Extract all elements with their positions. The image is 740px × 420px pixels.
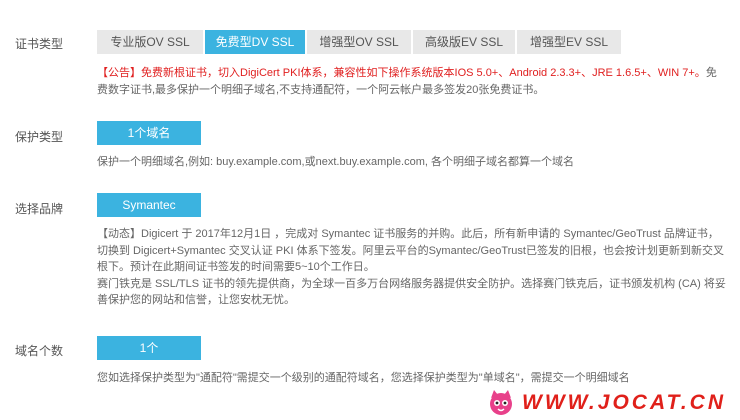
tab-advanced-ev-ssl[interactable]: 高级版EV SSL [413,30,517,54]
brand-option[interactable]: Symantec [97,193,201,217]
tab-enhanced-ov-ssl[interactable]: 增强型OV SSL [307,30,413,54]
tab-enhanced-ev-ssl[interactable]: 增强型EV SSL [517,30,621,54]
notice-red-text: 【公告】免费新根证书，切入DigiCert PKI体系，兼容性如下操作系统版本I… [97,67,706,79]
protection-type-option[interactable]: 1个域名 [97,121,201,145]
domain-count-desc: 您如选择保护类型为"通配符"需提交一个级别的通配符域名，您选择保护类型为"单域名… [97,372,630,384]
watermark-text: WWW.JOCAT.CN [522,391,726,414]
cat-icon [490,390,513,415]
brand-desc: 【动态】Digicert 于 2017年12月1日 ，完成对 Symantec … [97,226,727,309]
domain-count-label: 域名个数 [15,344,64,358]
brand-desc-symantec: 赛门铁克是 SSL/TLS 证书的领先提供商，为全球一百多万台网络服务器提供安全… [97,277,726,307]
protection-type-desc: 保护一个明细域名,例如: buy.example.com,或next.buy.e… [97,156,574,168]
tab-pro-ov-ssl[interactable]: 专业版OV SSL [97,30,205,54]
tab-free-dv-ssl[interactable]: 免费型DV SSL [205,30,307,54]
cert-type-tabs: 专业版OV SSL 免费型DV SSL 增强型OV SSL 高级版EV SSL … [97,30,621,54]
cert-type-label: 证书类型 [15,37,64,51]
site-watermark: WWW.JOCAT.CN [486,388,726,418]
domain-count-option[interactable]: 1个 [97,336,201,360]
cert-type-notice: 【公告】免费新根证书，切入DigiCert PKI体系，兼容性如下操作系统版本I… [97,65,727,98]
protection-type-label: 保护类型 [15,130,64,144]
ssl-purchase-panel: 证书类型 专业版OV SSL 免费型DV SSL 增强型OV SSL 高级版EV… [0,0,740,420]
brand-label: 选择品牌 [15,202,64,216]
brand-desc-dynamic: 【动态】Digicert 于 2017年12月1日 ，完成对 Symantec … [97,228,724,273]
